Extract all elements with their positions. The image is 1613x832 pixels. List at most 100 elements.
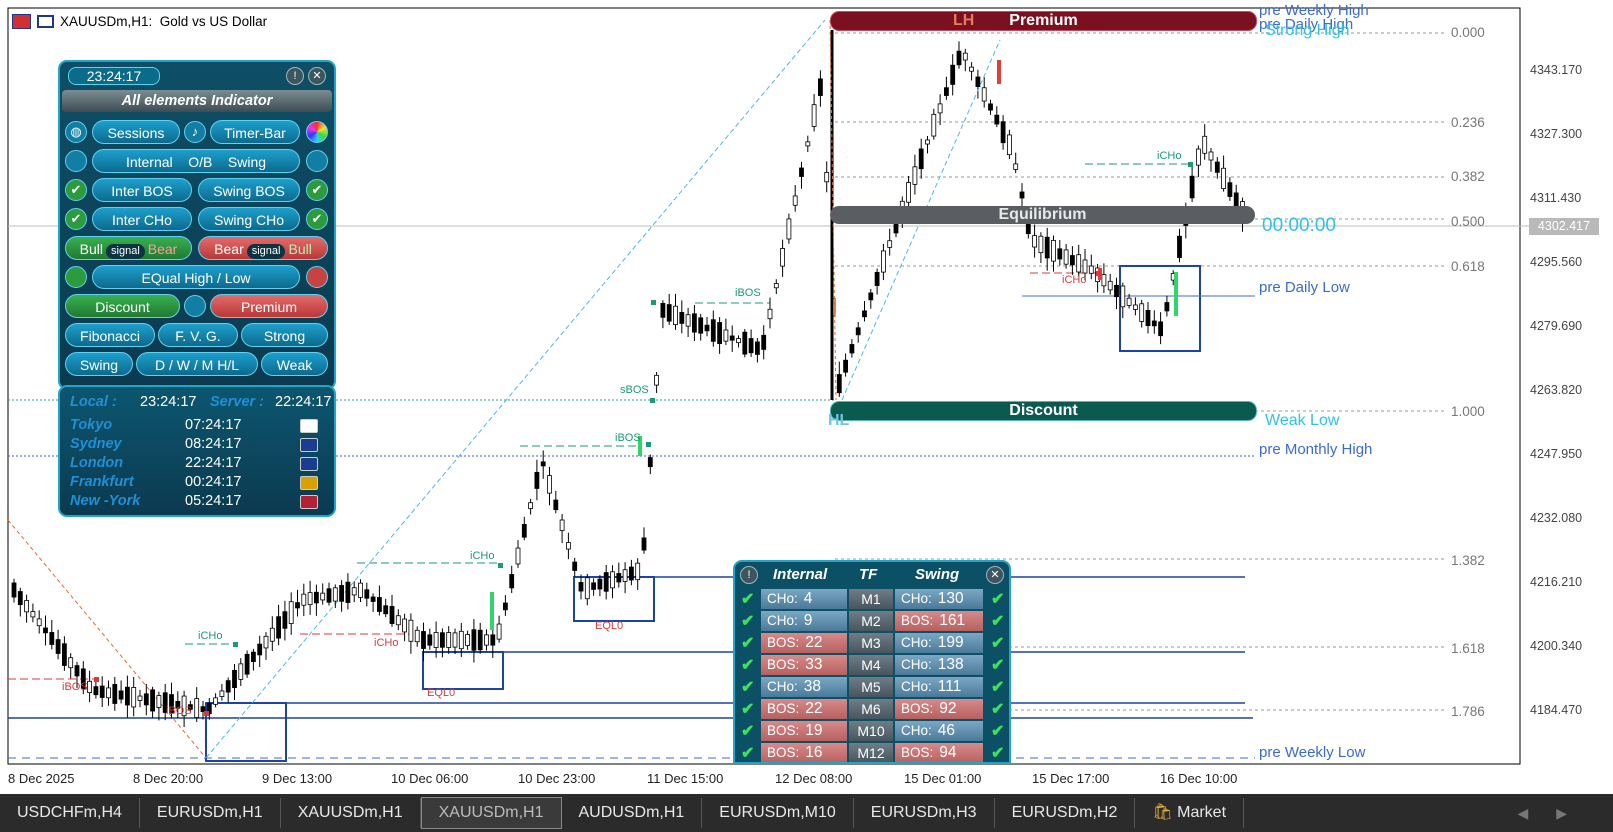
check-icon[interactable]: ✔ (65, 179, 87, 201)
icho-label: iCHo (1157, 150, 1182, 162)
candle-body (868, 292, 874, 301)
weak-button[interactable]: Weak (261, 352, 328, 376)
tab-scroll-arrows[interactable]: ◀▶ (1517, 805, 1613, 822)
chart-tab[interactable]: USDCHFm,H4 (0, 798, 140, 828)
swing-toggle[interactable] (306, 150, 328, 172)
candle-body (1189, 175, 1195, 199)
swing-cell: CHo: 130 (895, 589, 983, 609)
chart-tab[interactable]: 🛍 Market (1135, 798, 1245, 828)
swing-bos-button[interactable]: Swing BOS (198, 178, 300, 202)
candle-body (692, 313, 697, 333)
check-icon[interactable]: ✔ (306, 179, 328, 201)
internal-cell: BOS: 19 (761, 721, 847, 741)
strong-button[interactable]: Strong (241, 323, 328, 347)
internal-cell: BOS: 16 (761, 743, 847, 762)
candle-body (36, 618, 42, 627)
chart-tab[interactable]: EURUSDm,H1 (140, 798, 281, 828)
fvg-button[interactable]: F. V. G. (158, 323, 238, 347)
internal-value: 16 (805, 744, 823, 761)
chart-tab[interactable]: XAUUSDm,H1 (420, 797, 562, 829)
flag-icon (300, 419, 318, 433)
swing-cho-button[interactable]: Swing CHo (198, 207, 300, 231)
info-icon[interactable]: ! (286, 67, 304, 85)
chart-tab[interactable]: EURUSDm,M10 (702, 798, 854, 828)
candle-body (1007, 134, 1012, 156)
internal-signal-button[interactable]: Bull signal Bear (65, 236, 192, 260)
candle-body (238, 663, 244, 680)
check-icon[interactable]: ✔ (65, 208, 87, 230)
candle-body (345, 581, 351, 603)
discount-button[interactable]: Discount (65, 294, 180, 318)
candle-body (1158, 321, 1163, 337)
chart-tab[interactable]: EURUSDm,H3 (854, 798, 995, 828)
sessions-button[interactable]: Sessions (92, 120, 180, 144)
candle-body (925, 139, 930, 145)
price-tick: 4184.470 (1530, 703, 1583, 717)
color-wheel-icon[interactable] (306, 121, 328, 143)
swing-label: Swing (227, 154, 267, 170)
scroll-right-icon[interactable]: ▶ (1556, 805, 1595, 821)
check-icon: ✔ (741, 613, 755, 630)
globe-icon[interactable]: ◍ (65, 121, 87, 143)
equal-high-toggle[interactable] (65, 266, 87, 288)
fibonacci-button[interactable]: Fibonacci (65, 323, 155, 347)
candle-body (509, 574, 515, 589)
check-icon: ✔ (991, 635, 1005, 652)
structure-marker (651, 300, 656, 305)
candle-body (250, 651, 256, 663)
candle-body (358, 582, 363, 598)
candle-body (956, 50, 962, 66)
tf-header: TF (859, 566, 878, 583)
equilibrium-toggle[interactable] (184, 295, 206, 317)
timer-bar-button[interactable]: Timer-Bar (210, 120, 300, 144)
candle-body (408, 619, 414, 642)
chart-tab[interactable]: EURUSDm,H2 (995, 798, 1136, 828)
session-row: Tokyo 07:24:17 (70, 417, 330, 435)
candle-body (452, 632, 458, 648)
chart-tab[interactable]: AUDUSDm,H1 (562, 798, 703, 828)
swing-value: 138 (937, 656, 964, 673)
inter-cho-button[interactable]: Inter CHo (92, 207, 192, 231)
indicator-control-panel[interactable]: 23:24:17 ! ✕ All elements Indicator ◍ Se… (58, 60, 336, 390)
info-icon[interactable]: ! (740, 566, 758, 584)
pre-daily-low-label: pre Daily Low (1259, 279, 1350, 296)
equal-low-toggle[interactable] (306, 266, 328, 288)
swing-signal-button[interactable]: Bear signal Bull (198, 236, 328, 260)
candle-body (912, 166, 918, 185)
candle-body (515, 547, 521, 565)
candle-body (729, 335, 735, 341)
swing-button[interactable]: Swing (65, 352, 133, 376)
chart-type-icon[interactable] (37, 15, 54, 28)
equal-high-low-button[interactable]: EQual High / Low (92, 265, 300, 289)
city-name: Sydney (70, 436, 122, 452)
check-icon[interactable]: ✔ (306, 208, 328, 230)
indicator-list-icon[interactable] (12, 14, 31, 29)
candle-body (477, 629, 483, 651)
server-label: Server : (210, 394, 265, 410)
candle-body (131, 687, 137, 708)
internal-type: CHo: (767, 591, 798, 606)
candle-body (484, 634, 489, 646)
chart-tab[interactable]: XAUUSDm,H1 (281, 798, 421, 828)
internal-ob-swing-button[interactable]: Internal O/B Swing (92, 149, 300, 173)
candle-body (68, 657, 74, 669)
candle-body (887, 240, 893, 248)
scroll-left-icon[interactable]: ◀ (1517, 805, 1556, 821)
candle-body (389, 606, 395, 624)
candle-body (490, 634, 496, 646)
internal-toggle[interactable] (65, 150, 87, 172)
candle-body (855, 327, 861, 336)
close-icon[interactable]: ✕ (986, 566, 1004, 584)
check-icon: ✔ (991, 679, 1005, 696)
bell-icon[interactable]: ♪ (184, 121, 206, 143)
premium-button[interactable]: Premium (210, 294, 328, 318)
internal-cell: CHo: 9 (761, 611, 847, 631)
internal-type: CHo: (767, 679, 798, 694)
city-name: Tokyo (70, 417, 113, 433)
icho-label: iCHo (374, 637, 399, 649)
dwm-hl-button[interactable]: D / W / M H/L (136, 352, 258, 376)
inter-bos-button[interactable]: Inter BOS (92, 178, 192, 202)
premium-label: Premium (1009, 12, 1078, 29)
candle-body (307, 592, 313, 606)
close-icon[interactable]: ✕ (308, 67, 326, 85)
